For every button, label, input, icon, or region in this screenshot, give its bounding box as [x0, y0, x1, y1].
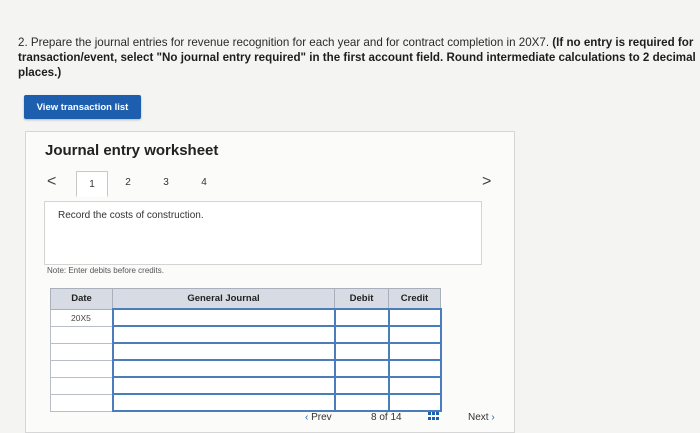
credit-field[interactable] — [387, 393, 442, 412]
date-cell[interactable] — [50, 342, 113, 361]
table-row — [50, 376, 442, 395]
debit-field[interactable] — [333, 342, 390, 361]
credit-field[interactable] — [387, 376, 442, 395]
question-instruction: 2. Prepare the journal entries for reven… — [18, 36, 550, 49]
account-field[interactable] — [111, 308, 336, 327]
account-field[interactable] — [111, 325, 336, 344]
table-row: 20X5 — [50, 308, 442, 327]
debit-field[interactable] — [333, 393, 390, 412]
date-cell[interactable] — [50, 325, 113, 344]
tab-1[interactable]: 1 — [76, 171, 108, 197]
entry-description: Record the costs of construction. — [58, 210, 204, 221]
table-row — [50, 325, 442, 344]
credit-field[interactable] — [387, 342, 442, 361]
date-cell[interactable] — [50, 393, 113, 412]
credit-field[interactable] — [387, 325, 442, 344]
debit-field[interactable] — [333, 325, 390, 344]
chevron-left-icon: ‹ — [305, 412, 309, 423]
debit-field[interactable] — [333, 359, 390, 378]
table-row — [50, 393, 442, 412]
tab-2[interactable]: 2 — [113, 171, 143, 193]
tab-3[interactable]: 3 — [151, 171, 181, 193]
debit-field[interactable] — [333, 308, 390, 327]
account-field[interactable] — [111, 359, 336, 378]
journal-header: General Journal — [112, 288, 335, 310]
debit-field[interactable] — [333, 376, 390, 395]
next-label: Next — [468, 412, 489, 423]
date-cell[interactable]: 20X5 — [50, 308, 113, 327]
journal-table: Date General Journal Debit Credit 20X5 — [50, 288, 442, 412]
table-row — [50, 342, 442, 361]
grid-icon[interactable] — [428, 412, 440, 420]
credit-header: Credit — [388, 288, 441, 310]
date-cell[interactable] — [50, 359, 113, 378]
page-indicator: 8 of 14 — [371, 412, 402, 423]
next-entry-arrow-icon[interactable]: > — [482, 173, 491, 191]
date-header: Date — [50, 288, 113, 310]
account-field[interactable] — [111, 342, 336, 361]
tab-4[interactable]: 4 — [189, 171, 219, 193]
view-transaction-list-button[interactable]: View transaction list — [24, 95, 141, 119]
prev-page-link[interactable]: ‹ Prev — [305, 412, 332, 423]
question-text: 2. Prepare the journal entries for reven… — [18, 35, 698, 80]
credit-field[interactable] — [387, 308, 442, 327]
table-row — [50, 359, 442, 378]
date-cell[interactable] — [50, 376, 113, 395]
note-text: Note: Enter debits before credits. — [47, 266, 164, 275]
chevron-right-icon: › — [491, 412, 495, 423]
account-field[interactable] — [111, 376, 336, 395]
prev-label: Prev — [311, 412, 332, 423]
account-field[interactable] — [111, 393, 336, 412]
worksheet-title: Journal entry worksheet — [45, 142, 219, 159]
credit-field[interactable] — [387, 359, 442, 378]
prev-entry-arrow-icon[interactable]: < — [47, 173, 56, 191]
debit-header: Debit — [334, 288, 389, 310]
next-page-link[interactable]: Next › — [468, 412, 495, 423]
